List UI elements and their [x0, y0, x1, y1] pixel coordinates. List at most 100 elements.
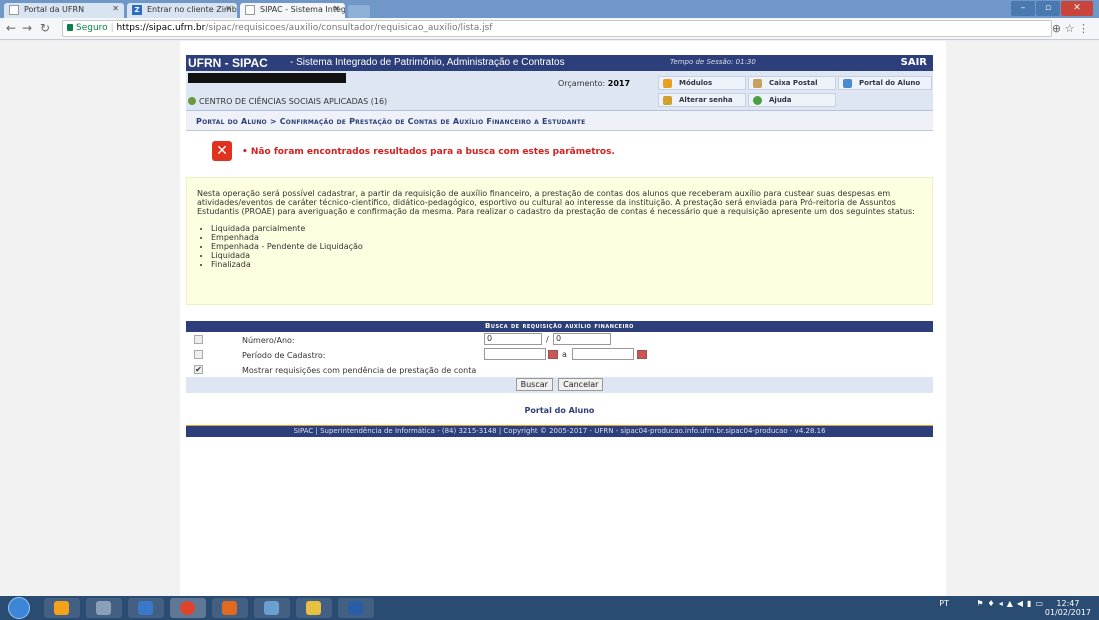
taskbar-app[interactable]: [296, 598, 332, 618]
firefox-icon: [54, 601, 69, 615]
status-list: Liquidada parcialmente Empenhada Empenha…: [211, 224, 922, 269]
chrome-icon: [180, 601, 195, 615]
portal-aluno-label: Portal do Aluno: [859, 79, 921, 87]
page-icon: [9, 5, 19, 15]
caixa-postal-button[interactable]: Caixa Postal: [748, 76, 836, 90]
status-item: Empenhada: [211, 233, 922, 242]
menu-icon[interactable]: ⋮: [1078, 22, 1089, 35]
url-path: /sipac/requisicoes/auxilio/consultador/r…: [205, 23, 493, 33]
pendencia-label: Mostrar requisições com pendência de pre…: [242, 366, 477, 375]
status-item: Liquidada parcialmente: [211, 224, 922, 233]
ano-input[interactable]: 0: [553, 333, 611, 345]
close-icon[interactable]: ✕: [333, 4, 340, 13]
tab-label: SIPAC - Sistema Integrad: [260, 5, 345, 14]
page-viewport: UFRN - SIPAC - Sistema Integrado de Patr…: [0, 41, 1099, 596]
taskbar-app[interactable]: [170, 598, 206, 618]
tab-zimbra[interactable]: Z Entrar no cliente Zimbra ✕: [127, 3, 237, 18]
pendencia-row: ✔ Mostrar requisições com pendência de p…: [186, 362, 933, 377]
forward-icon[interactable]: →: [22, 21, 32, 35]
modulos-label: Módulos: [679, 79, 713, 87]
status-item: Empenhada - Pendente de Liquidação: [211, 242, 922, 251]
portal-aluno-link[interactable]: Portal do Aluno: [186, 406, 933, 415]
alterar-senha-button[interactable]: Alterar senha: [658, 93, 746, 107]
tab-sipac[interactable]: SIPAC - Sistema Integrad ✕: [240, 3, 345, 18]
mailbox-icon: [753, 79, 762, 88]
sipac-header-bar: UFRN - SIPAC - Sistema Integrado de Patr…: [186, 55, 933, 71]
address-bar: ← → ↻ Seguro | https://sipac.ufrn.br/sip…: [0, 18, 1099, 40]
taskbar: PT ⚑♦◂▲◀▮▭ 12:47 01/02/2017: [0, 596, 1099, 620]
taskbar-app[interactable]: [86, 598, 122, 618]
alterar-senha-label: Alterar senha: [679, 96, 733, 104]
periodo-label: Período de Cadastro:: [242, 351, 326, 360]
close-icon[interactable]: ✕: [112, 4, 119, 13]
taskbar-app[interactable]: [44, 598, 80, 618]
portal-aluno-button[interactable]: Portal do Aluno: [838, 76, 932, 90]
error-panel: ✕ • Não foram encontrados resultados par…: [186, 131, 933, 177]
minimize-button[interactable]: –: [1011, 1, 1035, 16]
ajuda-button[interactable]: Ajuda: [748, 93, 836, 107]
numero-row: Número/Ano: 0 / 0: [186, 332, 933, 347]
close-icon[interactable]: ✕: [225, 4, 232, 13]
periodo-row: Período de Cadastro: a: [186, 347, 933, 362]
taskbar-app[interactable]: [254, 598, 290, 618]
browser-tab-bar: Portal da UFRN ✕ Z Entrar no cliente Zim…: [0, 0, 1099, 18]
sipac-content: UFRN - SIPAC - Sistema Integrado de Patr…: [186, 55, 933, 437]
ie-icon: [138, 601, 153, 615]
app-icon: [96, 601, 111, 615]
taskbar-app[interactable]: [128, 598, 164, 618]
student-portal-icon: [843, 79, 852, 88]
search-button[interactable]: Buscar: [515, 378, 553, 391]
window-controls: – ▫ ✕: [1011, 1, 1093, 16]
start-button[interactable]: [8, 597, 30, 619]
unit-icon: [188, 97, 196, 105]
numero-checkbox[interactable]: [194, 335, 203, 344]
description-text: Nesta operação será possível cadastrar, …: [197, 189, 915, 216]
close-window-button[interactable]: ✕: [1061, 1, 1093, 16]
tab-label: Entrar no cliente Zimbra: [147, 5, 237, 14]
error-text: Não foram encontrados resultados para a …: [250, 147, 615, 157]
pendencia-checkbox[interactable]: ✔: [194, 365, 203, 374]
periodo-checkbox[interactable]: [194, 350, 203, 359]
error-icon: ✕: [212, 141, 232, 161]
logout-link[interactable]: SAIR: [901, 57, 927, 68]
ajuda-label: Ajuda: [769, 96, 792, 104]
app-icon: [264, 601, 279, 615]
maximize-button[interactable]: ▫: [1036, 1, 1060, 16]
browser-tools: ⊕ ☆ ⋮: [1052, 22, 1089, 35]
taskbar-app[interactable]: [338, 598, 374, 618]
tray-icons[interactable]: ⚑♦◂▲◀▮▭: [976, 599, 1047, 608]
error-message: • Não foram encontrados resultados para …: [242, 147, 615, 157]
modulos-button[interactable]: Módulos: [658, 76, 746, 90]
folder-icon: [306, 601, 321, 615]
reload-icon[interactable]: ↻: [40, 21, 50, 35]
back-icon[interactable]: ←: [6, 21, 16, 35]
star-icon[interactable]: ☆: [1065, 22, 1075, 35]
budget-year: 2017: [607, 79, 631, 88]
budget-info: Orçamento: 2017: [558, 79, 630, 88]
secure-label: Seguro: [76, 23, 108, 33]
cancel-button[interactable]: Cancelar: [558, 378, 604, 391]
language-indicator[interactable]: PT: [939, 599, 949, 608]
periodo-separator: a: [562, 350, 567, 359]
caixa-postal-label: Caixa Postal: [769, 79, 818, 87]
periodo-start-input[interactable]: [484, 348, 546, 360]
tab-portal-ufrn[interactable]: Portal da UFRN ✕: [4, 3, 124, 18]
taskbar-app[interactable]: [212, 598, 248, 618]
help-icon: [753, 96, 762, 105]
calendar-icon[interactable]: [548, 350, 558, 359]
page-footer: SIPAC | Superintendência de Informática …: [186, 425, 933, 437]
user-info-bar: Orçamento: 2017 CENTRO DE CIÊNCIAS SOCIA…: [186, 71, 933, 111]
status-item: Liquidada: [211, 251, 922, 260]
form-title: Busca de requisição auxílio financeiro: [186, 321, 933, 332]
new-tab-button[interactable]: [348, 5, 370, 18]
url-field[interactable]: Seguro | https://sipac.ufrn.br/sipac/req…: [62, 20, 1052, 37]
url-host: https://sipac.ufrn.br: [116, 23, 206, 33]
zoom-icon[interactable]: ⊕: [1052, 22, 1061, 35]
periodo-end-input[interactable]: [572, 348, 634, 360]
calendar-icon[interactable]: [637, 350, 647, 359]
page-container: UFRN - SIPAC - Sistema Integrado de Patr…: [180, 41, 946, 596]
clock[interactable]: 12:47 01/02/2017: [1045, 599, 1091, 617]
search-form: Busca de requisição auxílio financeiro N…: [186, 321, 933, 393]
numero-input[interactable]: 0: [484, 333, 542, 345]
tab-label: Portal da UFRN: [24, 5, 85, 14]
